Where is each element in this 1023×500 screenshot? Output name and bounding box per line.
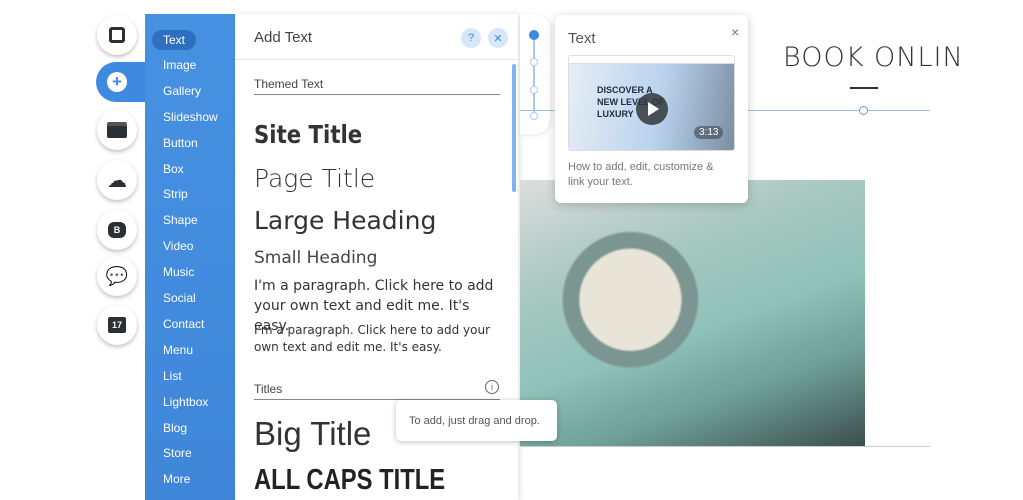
category-shape[interactable]: Shape (163, 213, 198, 227)
themed-text-label: Themed Text (254, 77, 324, 91)
category-list: Text Image Gallery Slideshow Button Box Strip S… (145, 14, 235, 500)
tutorial-card: Text × DISCOVER A NEW LEVEL OF LUXURY 3:… (555, 15, 748, 203)
category-contact[interactable]: Contact (163, 317, 204, 331)
video-thumbnail[interactable]: DISCOVER A NEW LEVEL OF LUXURY 3:13 (568, 55, 735, 151)
divider (254, 94, 500, 95)
help-button[interactable]: ? (461, 28, 481, 48)
video-duration: 3:13 (694, 126, 724, 139)
category-video[interactable]: Video (163, 239, 193, 253)
play-icon (648, 102, 659, 116)
site-heading[interactable]: BOOK ONLIN (783, 42, 964, 73)
calendar-button[interactable]: 17 (97, 305, 137, 345)
divider (235, 59, 518, 60)
handle-dot[interactable] (859, 106, 868, 115)
category-image[interactable]: Image (163, 58, 196, 72)
titles-label: Titles (254, 382, 283, 396)
category-box[interactable]: Box (163, 162, 184, 176)
paragraph-preset-2[interactable]: I'm a paragraph. Click here to add your … (254, 322, 494, 356)
site-title-preset[interactable]: Site Title (254, 120, 362, 149)
step-dot[interactable] (530, 86, 538, 94)
category-button[interactable]: Button (163, 136, 198, 150)
page-title-preset[interactable]: Page Title (254, 164, 375, 193)
drag-tooltip: To add, just drag and drop. (396, 400, 557, 441)
blog-button[interactable]: B (97, 210, 137, 250)
chat-sound-icon: 💬 (105, 265, 129, 286)
close-button[interactable]: ✕ (488, 28, 508, 48)
step-dot[interactable] (530, 58, 538, 66)
card-title: Text (568, 30, 596, 47)
step-dot[interactable] (529, 30, 539, 40)
category-social[interactable]: Social (163, 291, 196, 305)
category-more[interactable]: More (163, 472, 190, 486)
category-lightbox[interactable]: Lightbox (163, 395, 208, 409)
category-blog[interactable]: Blog (163, 421, 187, 435)
upload-button[interactable]: ☁ (97, 160, 137, 200)
category-store[interactable]: Store (163, 446, 192, 460)
close-icon[interactable]: × (731, 24, 739, 40)
category-menu[interactable]: Menu (163, 343, 193, 357)
blog-b-icon: B (107, 222, 127, 238)
tooltip-text: To add, just drag and drop. (409, 414, 540, 427)
category-list[interactable]: List (163, 369, 182, 383)
store-button[interactable] (97, 110, 137, 150)
category-strip[interactable]: Strip (163, 187, 188, 201)
heading-underline (850, 87, 878, 89)
step-dot[interactable] (530, 112, 538, 120)
car-dashboard-image[interactable] (520, 180, 865, 446)
scrollbar[interactable] (512, 64, 516, 192)
cloud-upload-icon: ☁ (107, 169, 127, 192)
calendar-icon: 17 (107, 317, 126, 333)
small-heading-preset[interactable]: Small Heading (254, 248, 377, 268)
all-caps-title-preset[interactable]: ALL CAPS TITLE (254, 464, 445, 497)
big-title-preset[interactable]: Big Title (254, 415, 371, 453)
plus-circle-icon: + (107, 72, 127, 92)
category-gallery[interactable]: Gallery (163, 84, 201, 98)
play-button[interactable] (636, 93, 668, 125)
store-icon (107, 122, 127, 138)
chat-button[interactable]: 💬 (97, 256, 137, 296)
card-description: How to add, edit, customize & link your … (568, 161, 714, 188)
info-icon[interactable]: i (485, 380, 499, 394)
square-icon-button[interactable] (97, 15, 137, 55)
divider-line (520, 446, 930, 447)
category-music[interactable]: Music (163, 265, 194, 279)
category-text[interactable]: Text (152, 30, 197, 50)
square-icon (109, 27, 125, 43)
category-slideshow[interactable]: Slideshow (163, 110, 218, 124)
panel-title: Add Text (254, 29, 313, 46)
tutorial-stepper (520, 14, 550, 134)
large-heading-preset[interactable]: Large Heading (254, 206, 436, 235)
